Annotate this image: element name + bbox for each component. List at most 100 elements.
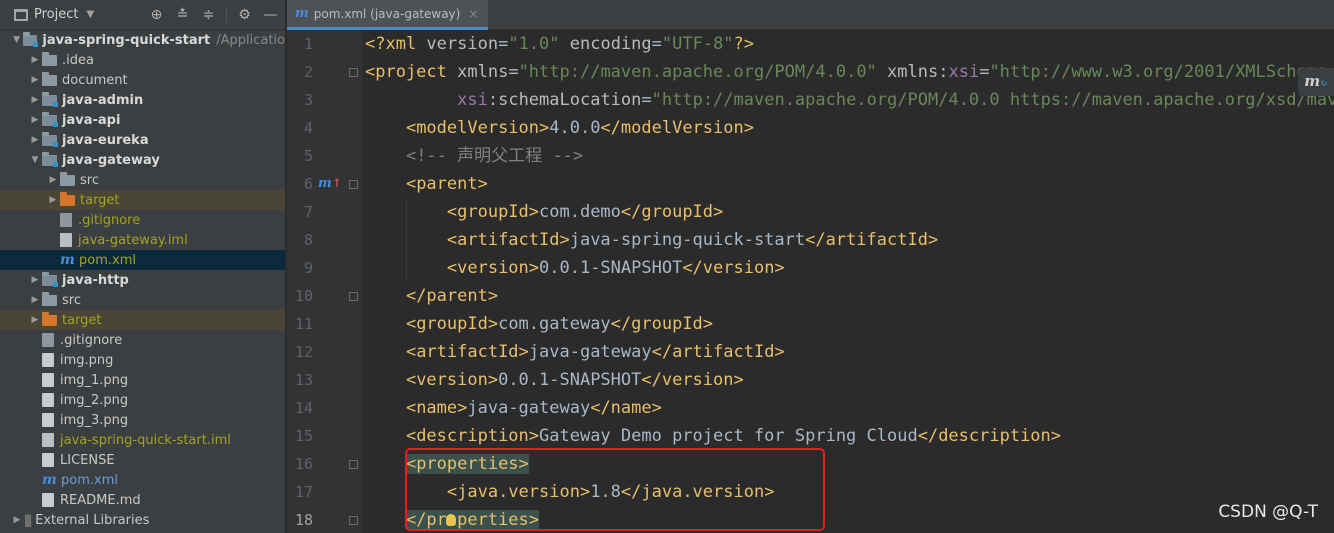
expand-all-icon[interactable]: ≑ bbox=[200, 6, 217, 24]
tree-item[interactable]: m pom.xml bbox=[0, 470, 285, 490]
code-token: <!-- 声明父工程 --> bbox=[405, 146, 584, 166]
tree-item[interactable]: README.md bbox=[0, 490, 285, 510]
chevron-right-icon[interactable]: ▶ bbox=[46, 175, 60, 185]
tree-item[interactable]: java-gateway.iml bbox=[0, 230, 285, 250]
editor-tab-bar: m pom.xml (java-gateway) × bbox=[287, 0, 1334, 30]
code-line[interactable]: <project xmlns="http://maven.apache.org/… bbox=[365, 58, 1334, 86]
tree-item-label: java-spring-quick-start bbox=[42, 32, 211, 48]
tree-item[interactable]: .gitignore bbox=[0, 210, 285, 230]
chevron-right-icon[interactable]: ▶ bbox=[28, 135, 42, 145]
tree-item[interactable]: img_1.png bbox=[0, 370, 285, 390]
code-token: <properties> bbox=[405, 454, 529, 474]
tree-item[interactable]: ▶ src bbox=[0, 170, 285, 190]
code-token: </description> bbox=[917, 426, 1062, 446]
tree-item[interactable]: ▶ java-api bbox=[0, 110, 285, 130]
code-line[interactable]: <modelVersion>4.0.0</modelVersion> bbox=[365, 114, 754, 142]
code-token: Gateway Demo project for Spring Cloud bbox=[539, 426, 918, 446]
tree-item[interactable]: img_3.png bbox=[0, 410, 285, 430]
tree-item-label: LICENSE bbox=[60, 452, 115, 468]
project-toolbar: Project ▼ ⊕ ≛ ≑ ⚙ — bbox=[0, 0, 285, 30]
chevron-right-icon[interactable]: ▶ bbox=[28, 75, 42, 85]
code-line[interactable]: <name>java-gateway</name> bbox=[365, 394, 662, 422]
tree-item[interactable]: ▶ java-http bbox=[0, 270, 285, 290]
code-line[interactable]: <parent> bbox=[365, 170, 488, 198]
tree-item[interactable]: ▶ java-admin bbox=[0, 90, 285, 110]
code-line[interactable]: <version>0.0.1-SNAPSHOT</version> bbox=[365, 366, 744, 394]
code-line[interactable]: <description>Gateway Demo project for Sp… bbox=[365, 422, 1061, 450]
gear-icon[interactable]: ⚙ bbox=[236, 6, 253, 24]
editor-tab-pom-xml[interactable]: m pom.xml (java-gateway) × bbox=[287, 0, 489, 30]
tree-item-label: src bbox=[80, 172, 99, 188]
code-line[interactable]: <java.version>1.8</java.version> bbox=[365, 478, 775, 506]
tree-item[interactable]: ▶ java-eureka bbox=[0, 130, 285, 150]
project-view-selector[interactable]: Project bbox=[34, 7, 78, 22]
tree-item[interactable]: ▼ java-spring-quick-start/Applicatio bbox=[0, 30, 285, 50]
fold-marker-icon[interactable] bbox=[349, 180, 358, 189]
chevron-right-icon[interactable]: ▶ bbox=[28, 115, 42, 125]
tree-item[interactable]: m pom.xml bbox=[0, 250, 285, 270]
minimize-icon[interactable]: — bbox=[262, 6, 279, 24]
code-token: <parent> bbox=[405, 174, 488, 194]
tree-item[interactable]: .gitignore bbox=[0, 330, 285, 350]
tree-item[interactable]: ▶ document bbox=[0, 70, 285, 90]
tree-item[interactable]: ▶ ||| External Libraries bbox=[0, 510, 285, 530]
code-line[interactable]: <!-- 声明父工程 --> bbox=[365, 142, 583, 170]
chevron-down-icon[interactable]: ▼ bbox=[10, 35, 23, 45]
code-token: "http://maven.apache.org/POM/4.0.0 https… bbox=[651, 90, 1334, 110]
code-line[interactable]: </parent> bbox=[365, 282, 498, 310]
lightbulb-icon[interactable] bbox=[446, 514, 456, 526]
chevron-right-icon[interactable]: ▶ bbox=[28, 295, 42, 305]
tree-item-label: img_1.png bbox=[60, 372, 129, 388]
chevron-right-icon[interactable]: ▶ bbox=[46, 195, 60, 205]
tree-item[interactable]: ▼ java-gateway bbox=[0, 150, 285, 170]
code-line[interactable]: <groupId>com.demo</groupId> bbox=[365, 198, 723, 226]
tree-item[interactable]: java-spring-quick-start.iml bbox=[0, 430, 285, 450]
locate-target-icon[interactable]: ⊕ bbox=[148, 6, 165, 24]
iml-file-icon bbox=[42, 433, 54, 447]
code-area[interactable]: <?xml version="1.0" encoding="UTF-8"?> <p… bbox=[362, 30, 1334, 533]
code-token: xsi bbox=[948, 62, 980, 82]
fold-marker-icon[interactable] bbox=[349, 460, 358, 469]
tree-item[interactable]: ▶ src bbox=[0, 290, 285, 310]
fold-marker-icon[interactable] bbox=[349, 68, 358, 77]
line-number: 15 bbox=[294, 427, 313, 445]
gitignore-file-icon bbox=[42, 333, 54, 347]
fold-marker-icon[interactable] bbox=[349, 516, 358, 525]
file-icon bbox=[42, 373, 54, 387]
tree-item[interactable]: ▶ .idea bbox=[0, 50, 285, 70]
tree-item[interactable]: img_2.png bbox=[0, 390, 285, 410]
tree-item[interactable]: img.png bbox=[0, 350, 285, 370]
code-line[interactable]: <?xml version="1.0" encoding="UTF-8"?> bbox=[365, 30, 754, 58]
editor: m pom.xml (java-gateway) × 1 2 3 4 5 6 7 8 9 10 11… bbox=[287, 0, 1334, 533]
chevron-down-icon[interactable]: ▼ bbox=[86, 9, 94, 20]
file-icon bbox=[42, 453, 54, 467]
maven-parent-gutter-icon[interactable]: m↑ bbox=[318, 176, 342, 191]
code-line[interactable]: <artifactId>java-gateway</artifactId> bbox=[365, 338, 785, 366]
tree-item-label: target bbox=[80, 192, 120, 208]
chevron-right-icon[interactable]: ▶ bbox=[28, 275, 42, 285]
chevron-down-icon[interactable]: ▼ bbox=[28, 155, 42, 165]
code-line[interactable]: <artifactId>java-spring-quick-start</art… bbox=[365, 226, 938, 254]
close-icon[interactable]: × bbox=[468, 7, 478, 21]
code-line[interactable]: <version>0.0.1-SNAPSHOT</version> bbox=[365, 254, 785, 282]
code-line[interactable]: xsi:schemaLocation="http://maven.apache.… bbox=[365, 86, 1334, 114]
code-line[interactable]: <properties> bbox=[365, 450, 529, 478]
tree-item-label: .idea bbox=[62, 52, 94, 68]
fold-marker-icon[interactable] bbox=[349, 292, 358, 301]
editor-gutter[interactable]: 1 2 3 4 5 6 7 8 9 10 11 12 13 14 15 16 17 18 m↑ bbox=[287, 30, 362, 533]
tree-item[interactable]: ▶ target bbox=[0, 190, 285, 210]
chevron-right-icon[interactable]: ▶ bbox=[28, 315, 42, 325]
tree-item[interactable]: LICENSE bbox=[0, 450, 285, 470]
tree-item[interactable]: ▶ target bbox=[0, 310, 285, 330]
chevron-right-icon[interactable]: ▶ bbox=[10, 515, 24, 525]
collapse-all-icon[interactable]: ≛ bbox=[174, 6, 191, 24]
chevron-right-icon[interactable]: ▶ bbox=[28, 95, 42, 105]
chevron-right-icon[interactable]: ▶ bbox=[28, 55, 42, 65]
code-token: "http://maven.apache.org/POM/4.0.0" bbox=[518, 62, 877, 82]
maven-reload-icon[interactable]: m↻ bbox=[1298, 68, 1334, 96]
code-line[interactable]: <groupId>com.gateway</groupId> bbox=[365, 310, 713, 338]
indent-guide bbox=[406, 198, 407, 282]
